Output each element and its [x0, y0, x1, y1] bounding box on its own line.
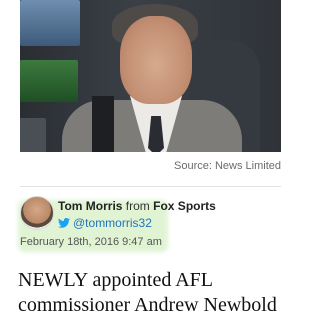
article-line: commissioner Andrew Newbold — [18, 294, 277, 316]
author-block: Tom Morris from Fox Sports @tommorris32 … — [18, 194, 280, 252]
avatar[interactable] — [20, 196, 54, 230]
byline-from: from — [125, 199, 150, 213]
publication-name[interactable]: Fox Sports — [153, 199, 216, 213]
author-name[interactable]: Tom Morris — [58, 199, 122, 213]
byline: Tom Morris from Fox Sports — [58, 199, 216, 213]
background-screen — [20, 0, 80, 46]
divider — [20, 186, 281, 187]
publish-date: February 18th, 2016 9:47 am — [20, 236, 162, 248]
twitter-handle: @tommorris32 — [73, 216, 152, 230]
image-caption: Source: News Limited — [174, 160, 281, 172]
face — [120, 16, 192, 104]
article-hero-image — [20, 0, 281, 152]
twitter-bird-icon — [58, 218, 70, 228]
article-line: NEWLY appointed AFL — [18, 269, 213, 291]
article-body-text: NEWLY appointed AFL commissioner Andrew … — [18, 268, 318, 318]
bag-strap — [92, 96, 114, 152]
twitter-link[interactable]: @tommorris32 — [58, 216, 152, 230]
background-screen — [20, 60, 78, 102]
background-screen — [20, 118, 46, 152]
